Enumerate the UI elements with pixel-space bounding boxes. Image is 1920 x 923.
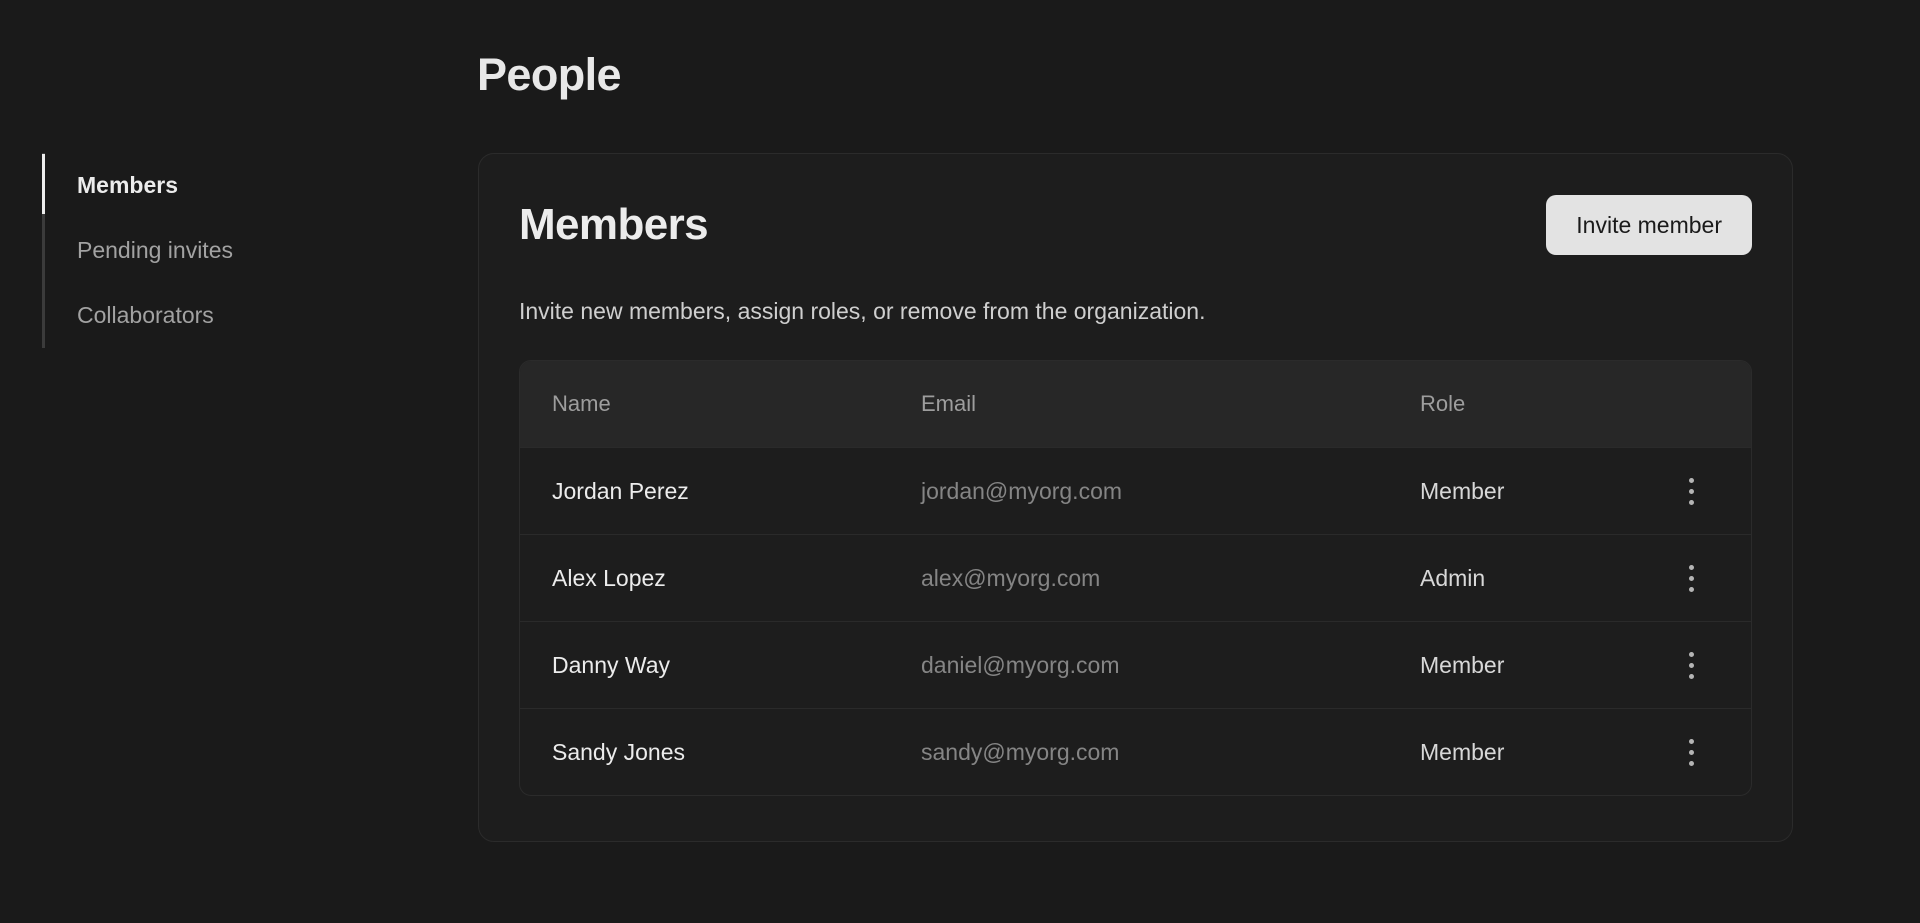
- page-title: People: [477, 50, 621, 100]
- kebab-dot: [1689, 478, 1694, 483]
- table-row: Sandy Jones sandy@myorg.com Member: [520, 708, 1751, 795]
- kebab-dot: [1689, 663, 1694, 668]
- table-row: Danny Way daniel@myorg.com Member: [520, 621, 1751, 708]
- row-actions-kebab-menu-icon[interactable]: [1669, 556, 1713, 600]
- member-name: Jordan Perez: [552, 478, 921, 505]
- kebab-dot: [1689, 565, 1694, 570]
- member-name: Alex Lopez: [552, 565, 921, 592]
- members-panel-description: Invite new members, assign roles, or rem…: [519, 296, 1752, 326]
- member-role: Member: [1420, 478, 1663, 505]
- row-actions-kebab-menu-icon[interactable]: [1669, 469, 1713, 513]
- member-email: alex@myorg.com: [921, 565, 1420, 592]
- members-panel-title: Members: [519, 200, 708, 250]
- members-table-header: Name Email Role: [520, 361, 1751, 447]
- member-role: Admin: [1420, 565, 1663, 592]
- kebab-dot: [1689, 576, 1694, 581]
- kebab-dot: [1689, 652, 1694, 657]
- kebab-dot: [1689, 761, 1694, 766]
- column-header-name: Name: [552, 391, 921, 417]
- member-name: Sandy Jones: [552, 739, 921, 766]
- table-row: Alex Lopez alex@myorg.com Admin: [520, 534, 1751, 621]
- kebab-dot: [1689, 739, 1694, 744]
- settings-sidebar-nav: Members Pending invites Collaborators: [42, 153, 412, 348]
- kebab-dot: [1689, 674, 1694, 679]
- member-role: Member: [1420, 652, 1663, 679]
- sidebar-item-members[interactable]: Members: [42, 153, 412, 218]
- invite-member-button[interactable]: Invite member: [1546, 195, 1752, 255]
- members-table: Name Email Role Jordan Perez jordan@myor…: [519, 360, 1752, 796]
- kebab-dot: [1689, 750, 1694, 755]
- sidebar-item-collaborators[interactable]: Collaborators: [42, 283, 412, 348]
- kebab-dot: [1689, 587, 1694, 592]
- members-panel-header: Members Invite member: [519, 194, 1752, 256]
- kebab-dot: [1689, 500, 1694, 505]
- member-email: jordan@myorg.com: [921, 478, 1420, 505]
- row-actions-kebab-menu-icon[interactable]: [1669, 730, 1713, 774]
- sidebar-item-pending-invites[interactable]: Pending invites: [42, 218, 412, 283]
- column-header-role: Role: [1420, 391, 1663, 417]
- row-actions-kebab-menu-icon[interactable]: [1669, 643, 1713, 687]
- member-email: daniel@myorg.com: [921, 652, 1420, 679]
- member-email: sandy@myorg.com: [921, 739, 1420, 766]
- table-row: Jordan Perez jordan@myorg.com Member: [520, 447, 1751, 534]
- member-role: Member: [1420, 739, 1663, 766]
- members-panel: Members Invite member Invite new members…: [478, 153, 1793, 842]
- column-header-email: Email: [921, 391, 1420, 417]
- kebab-dot: [1689, 489, 1694, 494]
- member-name: Danny Way: [552, 652, 921, 679]
